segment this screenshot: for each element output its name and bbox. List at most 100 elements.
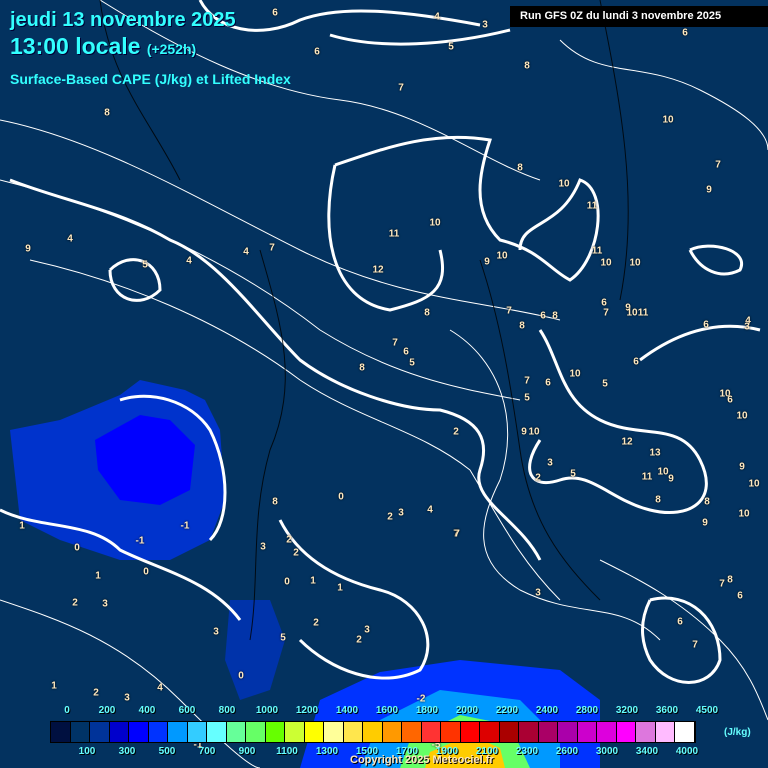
legend-label-bottom: 1100 <box>276 746 298 757</box>
legend-swatch <box>441 722 461 742</box>
product-title: Surface-Based CAPE (J/kg) et Lifted Inde… <box>10 71 291 87</box>
legend-label-top: 2800 <box>575 705 599 716</box>
legend-swatch <box>148 722 168 742</box>
contour-label: 10 <box>626 307 638 319</box>
contour-label: 6 <box>314 46 320 58</box>
contour-label: 10 <box>657 466 669 478</box>
legend-label-bottom: 900 <box>238 746 256 757</box>
legend-swatch <box>421 722 441 742</box>
contour-label: 7 <box>269 242 275 254</box>
contour-label: 1 <box>95 570 101 582</box>
legend-label-bottom: 2600 <box>555 746 579 757</box>
contour-label: 1 <box>19 520 25 532</box>
legend-swatch <box>90 722 110 742</box>
legend-label-bottom: 500 <box>158 746 176 757</box>
legend-swatch <box>519 722 539 742</box>
contour-label: 11 <box>591 245 603 257</box>
legend-swatch <box>187 722 207 742</box>
legend-label-bottom: 300 <box>118 746 136 757</box>
legend-swatch <box>363 722 383 742</box>
contour-label: 9 <box>739 461 745 473</box>
contour-label: 5 <box>142 259 148 271</box>
contour-label: 6 <box>677 616 683 628</box>
legend-swatch <box>538 722 558 742</box>
legend-swatch <box>285 722 305 742</box>
legend-swatch <box>616 722 636 742</box>
contour-label: 2 <box>72 597 78 609</box>
legend-label-top: 3600 <box>655 705 679 716</box>
legend-swatch <box>109 722 129 742</box>
contour-label: 7 <box>392 337 398 349</box>
contour-label: 12 <box>372 264 384 276</box>
contour-label: 0 <box>284 576 290 588</box>
contour-label: 2 <box>93 687 99 699</box>
legend-swatch <box>675 722 695 742</box>
contour-label: 8 <box>727 574 733 586</box>
legend-swatch <box>129 722 149 742</box>
contour-label: 9 <box>702 517 708 529</box>
contour-label: 0 <box>143 566 149 578</box>
contour-label: 6 <box>633 356 639 368</box>
legend-swatch <box>460 722 480 742</box>
contour-label: 10 <box>629 257 641 269</box>
contour-label: 7 <box>398 82 404 94</box>
lead-time: (+252h) <box>146 41 197 57</box>
contour-label: 8 <box>359 362 365 374</box>
legend-label-top: 3200 <box>615 705 639 716</box>
color-legend <box>50 721 696 743</box>
legend-label-top: 1200 <box>295 705 319 716</box>
contour-label: 3 <box>744 321 750 333</box>
legend-label-top: 2400 <box>535 705 559 716</box>
contour-label: 6 <box>545 377 551 389</box>
legend-swatch <box>636 722 656 742</box>
contour-label: 9 <box>706 184 712 196</box>
forecast-time: 13:00 locale (+252h) <box>10 33 196 60</box>
contour-label: 1 <box>310 575 316 587</box>
legend-label-bottom: 700 <box>198 746 216 757</box>
contour-label: 3 <box>482 19 488 31</box>
contour-label: 5 <box>602 378 608 390</box>
contour-label: 2 <box>535 472 541 484</box>
contour-label: 2 <box>387 511 393 523</box>
legend-label-bottom: 3400 <box>635 746 659 757</box>
contour-label: 2 <box>286 534 292 546</box>
contour-label: 8 <box>272 496 278 508</box>
legend-label-top: 1000 <box>255 705 279 716</box>
contour-label: 9 <box>521 426 527 438</box>
contour-label: 4 <box>67 233 73 245</box>
legend-swatch <box>51 722 71 742</box>
legend-swatch <box>382 722 402 742</box>
legend-label-bottom: 3000 <box>595 746 619 757</box>
legend-swatch <box>226 722 246 742</box>
legend-swatch <box>499 722 519 742</box>
contour-label: 4 <box>427 504 433 516</box>
contour-label: 11 <box>637 307 649 319</box>
contour-label: 0 <box>238 670 244 682</box>
contour-label: 7 <box>454 528 460 540</box>
legend-swatch <box>655 722 675 742</box>
contour-label: 12 <box>621 436 633 448</box>
legend-label-bottom: 1300 <box>315 746 339 757</box>
contour-label: 10 <box>429 217 441 229</box>
contour-label: 2 <box>356 634 362 646</box>
contour-label: 5 <box>409 357 415 369</box>
contour-label: 7 <box>524 375 530 387</box>
contour-label: 5 <box>448 41 454 53</box>
legend-label-top: 400 <box>138 705 156 716</box>
contour-label: -1 <box>135 535 145 547</box>
contour-label: 8 <box>519 320 525 332</box>
legend-swatch <box>480 722 500 742</box>
legend-label-top: 1800 <box>415 705 439 716</box>
copyright: Copyright 2025 Meteociel.fr <box>350 754 494 766</box>
contour-label: 10 <box>738 508 750 520</box>
contour-label: 3 <box>398 507 404 519</box>
contour-label: 11 <box>586 200 598 212</box>
bold-contours <box>0 0 761 684</box>
contour-label: 8 <box>655 494 661 506</box>
weather-map: 6 4 3 6 5 6 7 8 8 7 8 10 9 10 11 10 12 11 9 10 11 10 10 9 4 4 5 4 7 8… <box>0 0 768 768</box>
contour-label: 10 <box>736 410 748 422</box>
legend-label-top: 1400 <box>335 705 359 716</box>
contour-label: 6 <box>727 394 733 406</box>
legend-label-top: 800 <box>218 705 236 716</box>
contour-label: 10 <box>528 426 540 438</box>
